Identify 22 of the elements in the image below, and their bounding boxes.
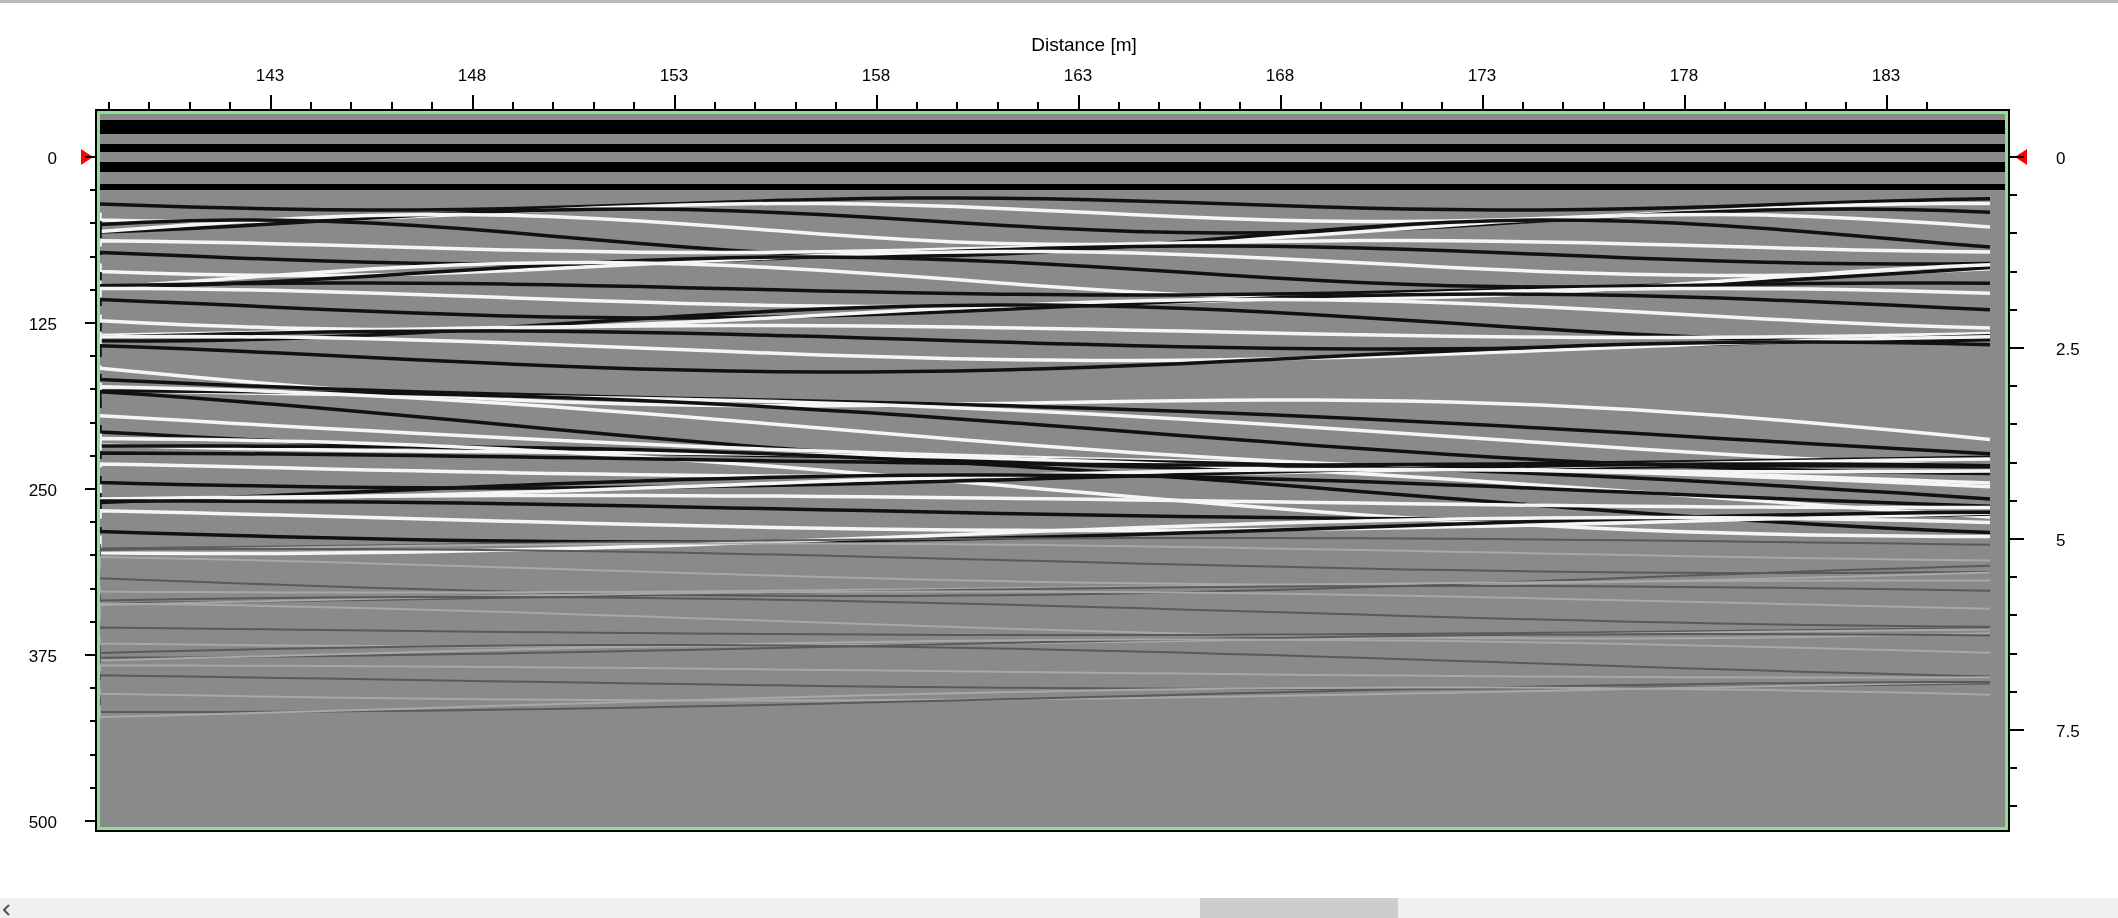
axis-label: 173 — [1466, 65, 1498, 87]
axis-label: 250 — [28, 480, 57, 502]
axis-label: 5 — [2056, 530, 2066, 552]
axis-label: 148 — [456, 65, 488, 87]
axis-label: 158 — [860, 65, 892, 87]
scrollbar-thumb[interactable] — [1200, 898, 1398, 918]
scroll-left-icon[interactable] — [3, 904, 11, 916]
axis-label: 178 — [1668, 65, 1700, 87]
axis-label: 0 — [2056, 148, 2066, 170]
axis-label: 2.5 — [2056, 339, 2080, 361]
horizontal-scrollbar[interactable] — [0, 898, 2118, 918]
axis-label: 0 — [47, 148, 57, 170]
axis-label: 7.5 — [2056, 721, 2080, 743]
axis-label: 375 — [28, 646, 57, 668]
axis-label: 153 — [658, 65, 690, 87]
axis-label: 125 — [28, 314, 57, 336]
axis-label: 143 — [254, 65, 286, 87]
axis-label: 500 — [28, 812, 57, 834]
axis-label: 163 — [1062, 65, 1094, 87]
axis-title: Distance [m] — [1031, 32, 1137, 57]
axis-label: 168 — [1264, 65, 1296, 87]
axis-label: 183 — [1870, 65, 1902, 87]
